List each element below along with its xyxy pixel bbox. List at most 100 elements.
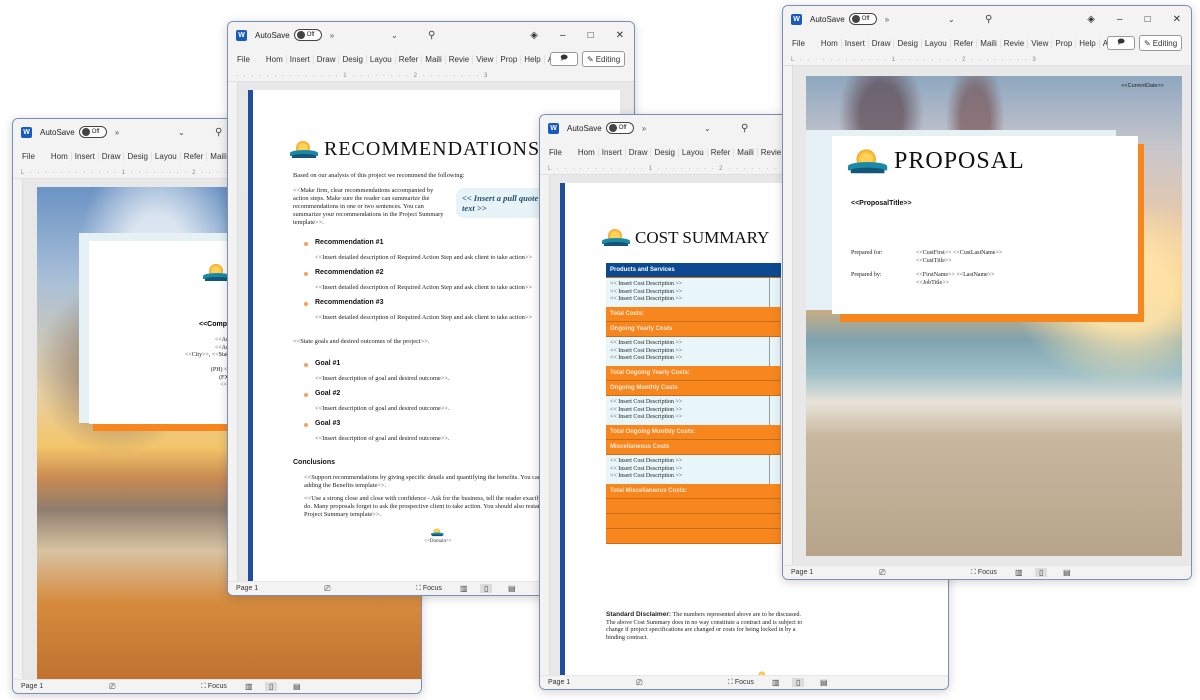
accessibility-icon[interactable]: ⎚: [879, 568, 885, 578]
cost-item[interactable]: << Insert Cost Description >>: [610, 296, 682, 304]
chevron-down-icon[interactable]: ⌄: [704, 124, 711, 133]
vertical-ruler[interactable]: [13, 179, 23, 679]
minimize-button[interactable]: –: [1117, 14, 1123, 25]
page-indicator[interactable]: Page 1: [236, 585, 258, 592]
tab-home[interactable]: Hom: [263, 54, 287, 64]
customer-title[interactable]: <<CustTitle>>: [916, 258, 1002, 266]
tab-draw[interactable]: Draw: [626, 147, 652, 157]
tab-mailings[interactable]: Maili: [977, 38, 1001, 48]
cost-item[interactable]: << Insert Cost Description >>: [610, 458, 682, 466]
accessibility-icon[interactable]: ⎚: [109, 682, 115, 692]
tab-layout[interactable]: Layou: [922, 38, 951, 48]
tab-references[interactable]: Refer: [708, 147, 735, 157]
vertical-ruler[interactable]: [228, 82, 238, 581]
page-indicator[interactable]: Page 1: [791, 569, 813, 576]
tab-mailings[interactable]: Maili: [734, 147, 758, 157]
autosave-toggle[interactable]: Off: [848, 13, 877, 25]
tab-design[interactable]: Desig: [651, 147, 679, 157]
print-layout-icon[interactable]: ▯: [265, 682, 278, 691]
tab-help[interactable]: Help: [1076, 38, 1100, 48]
cost-item[interactable]: << Insert Cost Description >>: [610, 407, 682, 415]
tab-review[interactable]: Revie: [446, 54, 474, 64]
tab-properties[interactable]: Prop: [497, 54, 522, 64]
author-name[interactable]: <<FirstName>> <<LastName>>: [916, 272, 995, 280]
vertical-ruler[interactable]: [783, 66, 793, 565]
customer-name[interactable]: <<CustFirst>> <<CustLastName>>: [916, 250, 1002, 258]
focus-button[interactable]: ⛶ Focus: [971, 569, 997, 577]
chevron-down-icon[interactable]: ⌄: [948, 15, 955, 24]
print-layout-icon[interactable]: ▯: [480, 584, 493, 593]
diamond-icon[interactable]: ◈: [530, 30, 538, 41]
proposal-title-field[interactable]: <<ProposalTitle>>: [851, 200, 912, 207]
print-layout-icon[interactable]: ▯: [792, 678, 805, 687]
accessibility-icon[interactable]: ⎚: [636, 678, 642, 688]
editing-mode-button[interactable]: ✎ Editing: [582, 51, 626, 67]
diamond-icon[interactable]: ◈: [1087, 14, 1095, 25]
tab-file[interactable]: File: [546, 148, 565, 157]
cost-item[interactable]: << Insert Cost Description >>: [610, 399, 682, 407]
more-commands-icon[interactable]: »: [330, 31, 334, 40]
read-mode-icon[interactable]: ▥: [460, 584, 468, 593]
tab-draw[interactable]: Draw: [869, 38, 895, 48]
read-mode-icon[interactable]: ▥: [245, 682, 253, 691]
web-layout-icon[interactable]: ▤: [293, 682, 301, 691]
tab-references[interactable]: Refer: [396, 54, 423, 64]
web-layout-icon[interactable]: ▤: [820, 678, 828, 687]
editing-mode-button[interactable]: ✎ Editing: [1139, 35, 1183, 51]
tab-home[interactable]: Hom: [48, 151, 72, 161]
web-layout-icon[interactable]: ▤: [508, 584, 516, 593]
search-icon[interactable]: ⚲: [741, 123, 748, 134]
print-layout-icon[interactable]: ▯: [1035, 568, 1048, 577]
more-commands-icon[interactable]: »: [642, 124, 646, 133]
maximize-button[interactable]: □: [1145, 14, 1151, 25]
chevron-down-icon[interactable]: ⌄: [391, 31, 398, 40]
tab-mailings[interactable]: Maili: [422, 54, 446, 64]
horizontal-ruler[interactable]: · · · · · · · · · · · · · · 1 · · · · · …: [228, 70, 634, 82]
tab-layout[interactable]: Layou: [367, 54, 396, 64]
search-icon[interactable]: ⚲: [215, 127, 222, 138]
read-mode-icon[interactable]: ▥: [1015, 568, 1023, 577]
tab-insert[interactable]: Insert: [599, 147, 626, 157]
cost-item[interactable]: << Insert Cost Description >>: [610, 348, 682, 356]
autosave-toggle[interactable]: Off: [605, 122, 634, 134]
tab-file[interactable]: File: [19, 152, 38, 161]
cost-item[interactable]: << Insert Cost Description >>: [610, 466, 682, 474]
horizontal-ruler[interactable]: L · · · · · · · · · · · · 1 · · · · · · …: [783, 54, 1191, 66]
cost-item[interactable]: << Insert Cost Description >>: [610, 281, 682, 289]
focus-button[interactable]: ⛶ Focus: [728, 679, 754, 687]
vertical-ruler[interactable]: [540, 175, 550, 675]
minimize-button[interactable]: –: [560, 30, 566, 41]
author-title[interactable]: <<JobTitle>>: [916, 280, 995, 288]
cost-item[interactable]: << Insert Cost Description >>: [610, 473, 682, 481]
cost-item[interactable]: << Insert Cost Description >>: [610, 414, 682, 422]
tab-layout[interactable]: Layou: [679, 147, 708, 157]
close-button[interactable]: ✕: [1173, 14, 1181, 25]
cost-item[interactable]: << Insert Cost Description >>: [610, 289, 682, 297]
tab-references[interactable]: Refer: [951, 38, 978, 48]
tab-design[interactable]: Desig: [339, 54, 367, 64]
autosave-toggle[interactable]: Off: [78, 126, 107, 138]
search-icon[interactable]: ⚲: [985, 14, 992, 25]
tab-file[interactable]: File: [789, 39, 808, 48]
comments-button[interactable]: 🗩: [550, 52, 578, 66]
page-indicator[interactable]: Page 1: [21, 683, 43, 690]
web-layout-icon[interactable]: ▤: [1063, 568, 1071, 577]
tab-references[interactable]: Refer: [181, 151, 208, 161]
maximize-button[interactable]: □: [588, 30, 594, 41]
tab-insert[interactable]: Insert: [72, 151, 99, 161]
tab-home[interactable]: Hom: [818, 38, 842, 48]
comments-button[interactable]: 🗩: [1107, 36, 1135, 50]
tab-review[interactable]: Revie: [1001, 38, 1029, 48]
tab-design[interactable]: Desig: [124, 151, 152, 161]
tab-properties[interactable]: Prop: [1052, 38, 1077, 48]
tab-design[interactable]: Desig: [894, 38, 922, 48]
cost-item[interactable]: << Insert Cost Description >>: [610, 355, 682, 363]
more-commands-icon[interactable]: »: [115, 128, 119, 137]
tab-layout[interactable]: Layou: [152, 151, 181, 161]
autosave-toggle[interactable]: Off: [293, 29, 322, 41]
accessibility-icon[interactable]: ⎚: [324, 584, 330, 594]
cost-item[interactable]: << Insert Cost Description >>: [610, 340, 682, 348]
read-mode-icon[interactable]: ▥: [772, 678, 780, 687]
search-icon[interactable]: ⚲: [428, 30, 435, 41]
page-indicator[interactable]: Page 1: [548, 679, 570, 686]
